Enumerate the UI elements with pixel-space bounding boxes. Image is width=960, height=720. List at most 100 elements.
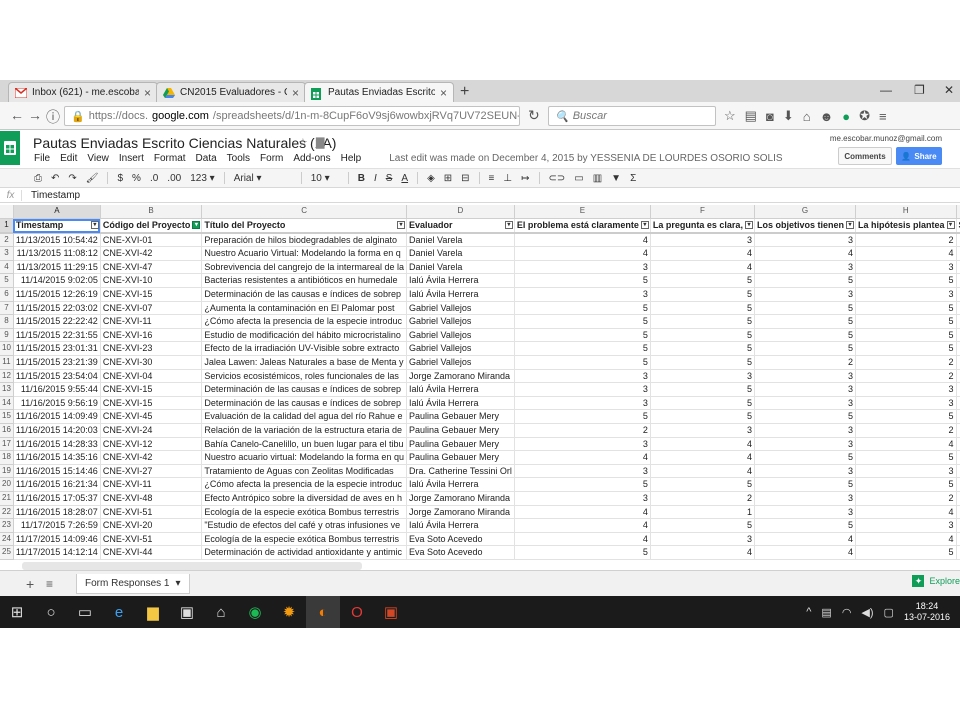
table-cell[interactable]: 2 (855, 423, 957, 438)
table-cell[interactable]: 11/13/2015 11:29:15 (13, 260, 101, 275)
table-cell[interactable]: Ialú Ávila Herrera (406, 382, 515, 397)
merge-cells-icon[interactable]: ⊟ (461, 173, 469, 184)
table-cell[interactable] (956, 273, 960, 289)
search-icon[interactable]: ○ (34, 596, 68, 628)
table-cell[interactable]: 3 (754, 396, 856, 411)
align-horizontal-icon[interactable]: ≡ (489, 173, 495, 184)
column-header[interactable]: B (100, 205, 203, 220)
table-cell[interactable]: "Estudio de efectos del café y otras inf… (201, 518, 407, 533)
back-icon[interactable]: ← (10, 107, 24, 123)
table-cell[interactable]: 5 (855, 328, 957, 343)
column-header[interactable]: I (956, 205, 960, 220)
column-header[interactable]: E (514, 205, 651, 220)
table-cell[interactable]: 5 (650, 355, 755, 370)
restore-icon[interactable]: ❐ (914, 83, 925, 97)
table-cell[interactable]: CNE-XVI-07 (100, 301, 203, 316)
row-header[interactable]: 11 (0, 355, 14, 370)
table-cell[interactable]: 11/17/2015 7:26:59 (13, 518, 101, 533)
row-header[interactable]: 18 (0, 450, 14, 465)
table-cell[interactable]: 3 (754, 437, 856, 452)
menu-help[interactable]: Help (341, 153, 362, 164)
add-sheet-button[interactable]: + (26, 576, 46, 592)
menu-insert[interactable]: Insert (119, 153, 144, 164)
table-cell[interactable]: Dra. Catherine Tessini Orl (406, 464, 515, 479)
column-header[interactable]: D (406, 205, 515, 220)
sheets-app-icon[interactable] (0, 131, 20, 165)
header-cell[interactable]: La pregunta es clara, ▾ (650, 218, 755, 234)
table-cell[interactable]: 11/17/2015 14:12:14 (13, 545, 101, 560)
row-header[interactable]: 8 (0, 314, 14, 329)
table-cell[interactable]: 3 (754, 464, 856, 479)
table-cell[interactable]: 11/16/2015 9:56:19 (13, 396, 101, 411)
table-cell[interactable]: Eva Soto Acevedo (406, 532, 515, 547)
table-cell[interactable]: 5 (514, 477, 651, 492)
table-cell[interactable]: Ecología de la especie exótica Bombus te… (201, 532, 407, 547)
paint-format-icon[interactable]: 🖌 (86, 173, 99, 184)
table-cell[interactable]: 5 (650, 314, 755, 329)
table-cell[interactable]: 11/16/2015 17:05:37 (13, 491, 101, 506)
table-cell[interactable] (956, 314, 960, 329)
header-cell[interactable]: El problema está claramente ▾ (514, 218, 651, 234)
table-cell[interactable]: 5 (855, 301, 957, 316)
table-cell[interactable]: Ialú Ávila Herrera (406, 396, 515, 411)
table-cell[interactable]: CNE-XVI-11 (100, 477, 203, 492)
table-cell[interactable]: 5 (514, 328, 651, 343)
table-cell[interactable]: Estudio de modificación del hábito micro… (201, 328, 407, 343)
table-cell[interactable]: 11/15/2015 12:26:19 (13, 287, 101, 302)
table-cell[interactable] (956, 477, 960, 492)
row-header[interactable]: 23 (0, 518, 14, 533)
table-cell[interactable]: 5 (754, 341, 856, 357)
formula-input[interactable]: Timestamp (22, 190, 80, 201)
table-cell[interactable]: 5 (855, 450, 957, 465)
table-cell[interactable]: 4 (514, 532, 651, 547)
table-cell[interactable]: Evaluación de la calidad del agua del rí… (201, 409, 407, 424)
filter-dropdown-icon[interactable]: ▾ (640, 221, 649, 230)
number-format-dropdown[interactable]: 123 ▾ (190, 173, 215, 184)
opera-icon[interactable]: O (340, 596, 374, 628)
reading-list-icon[interactable]: ▤ (745, 108, 757, 124)
table-cell[interactable]: 2 (855, 355, 957, 370)
table-cell[interactable]: 11/15/2015 23:54:04 (13, 369, 101, 384)
table-cell[interactable]: Gabriel Vallejos (406, 355, 515, 370)
table-cell[interactable]: Ialú Ávila Herrera (406, 287, 515, 302)
strikethrough-icon[interactable]: S (386, 173, 393, 184)
volume-icon[interactable]: ◀) (861, 606, 873, 619)
table-cell[interactable]: Nuestro Acuario Virtual: Modelando la fo… (201, 246, 407, 261)
table-cell[interactable] (956, 260, 960, 275)
comment-icon[interactable]: ▭ (574, 173, 583, 184)
table-cell[interactable]: 4 (650, 464, 755, 479)
menu-view[interactable]: View (87, 153, 109, 164)
table-cell[interactable]: Daniel Varela (406, 260, 515, 275)
chevron-up-icon[interactable]: ^ (806, 606, 811, 618)
store-icon[interactable]: ▣ (170, 596, 204, 628)
table-cell[interactable]: 3 (514, 287, 651, 302)
print-icon[interactable]: ⎙ (34, 173, 42, 184)
column-header[interactable]: H (855, 205, 957, 220)
table-cell[interactable]: 11/16/2015 14:35:16 (13, 450, 101, 465)
table-cell[interactable]: 3 (650, 532, 755, 547)
table-cell[interactable]: Determinación de actividad antioxidante … (201, 545, 407, 560)
table-cell[interactable]: 11/14/2015 9:02:05 (13, 273, 101, 289)
link-icon[interactable]: ⊂⊃ (549, 173, 566, 184)
table-cell[interactable]: CNE-XVI-27 (100, 464, 203, 479)
table-cell[interactable]: 5 (650, 477, 755, 492)
table-cell[interactable]: Eva Soto Acevedo (406, 545, 515, 560)
table-cell[interactable]: CNE-XVI-15 (100, 396, 203, 411)
table-cell[interactable]: Ecología de la especie exótica Bombus te… (201, 505, 407, 520)
table-cell[interactable]: 4 (754, 532, 856, 547)
table-cell[interactable]: 4 (855, 437, 957, 452)
row-header[interactable]: 21 (0, 491, 14, 506)
table-cell[interactable]: 3 (855, 287, 957, 302)
table-cell[interactable]: Gabriel Vallejos (406, 341, 515, 357)
folder-icon[interactable]: ▇ (316, 137, 324, 149)
sun-app-icon[interactable]: ✹ (272, 596, 306, 628)
row-header[interactable]: 20 (0, 477, 14, 492)
table-cell[interactable]: CNE-XVI-47 (100, 260, 203, 275)
text-color-icon[interactable]: A (401, 173, 408, 184)
table-cell[interactable]: CNE-XVI-01 (100, 232, 203, 248)
table-cell[interactable]: 11/15/2015 23:21:39 (13, 355, 101, 370)
edge-icon[interactable]: e (102, 596, 136, 628)
borders-icon[interactable]: ⊞ (444, 173, 452, 184)
table-cell[interactable]: Daniel Varela (406, 232, 515, 248)
menu-file[interactable]: File (34, 153, 50, 164)
